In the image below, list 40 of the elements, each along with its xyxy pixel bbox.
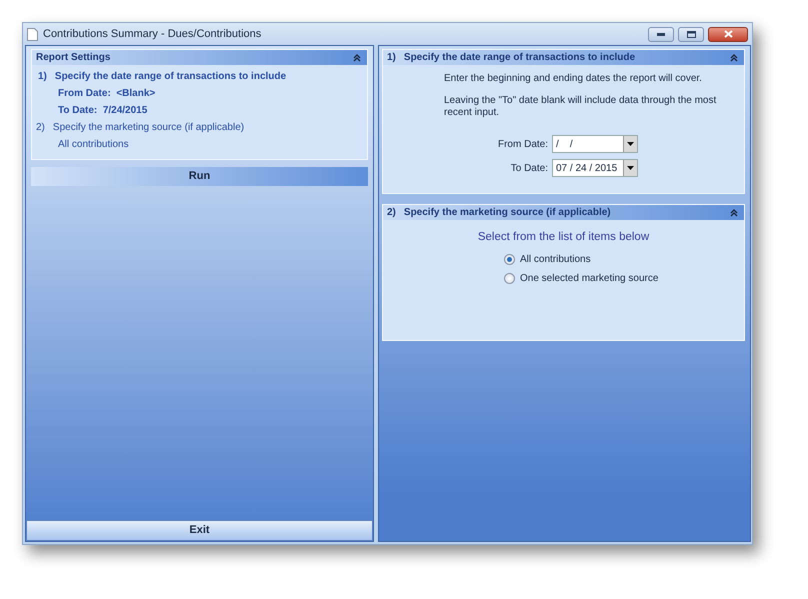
window-title: Contributions Summary - Dues/Contributions — [43, 26, 262, 42]
collapse-icon[interactable] — [353, 54, 361, 62]
step-title: Specify the date range of transactions to include — [54, 70, 286, 84]
collapse-icon[interactable] — [730, 54, 738, 62]
setting-value: To Date: 7/24/2015 — [58, 104, 148, 118]
run-button[interactable]: Run — [31, 167, 368, 186]
field-label: To Date: — [510, 162, 548, 176]
option-label[interactable]: All contributions — [520, 252, 591, 268]
section-title: Specify the date range of transactions to include — [404, 51, 636, 65]
setting-value: All contributions — [58, 138, 129, 152]
dropdown-button[interactable] — [623, 160, 637, 176]
minimize-icon — [657, 32, 665, 36]
step-number: 2) — [387, 206, 396, 220]
date-field[interactable]: 07 / 24 / 2015 — [552, 159, 638, 177]
instruction-text: Leaving the "To" date blank will include data through the most recent input. — [444, 95, 718, 119]
section-title: Specify the marketing source (if applicable) — [404, 206, 611, 220]
step-title: Specify the marketing source (if applicable) — [52, 121, 244, 135]
exit-button[interactable]: Exit — [26, 520, 373, 541]
dropdown-button[interactable] — [623, 136, 637, 152]
option-label[interactable]: One selected marketing source — [520, 271, 658, 286]
step-number: 2) — [36, 121, 45, 135]
radio-button[interactable] — [504, 273, 515, 284]
maximize-icon — [686, 30, 696, 38]
caret-icon — [627, 166, 634, 170]
panel-title: Report Settings — [36, 51, 110, 65]
instruction-text: Enter the beginning and ending dates the report will cover. — [444, 73, 703, 85]
document-icon — [27, 28, 38, 40]
field-label: From Date: — [498, 138, 548, 152]
close-button[interactable] — [708, 26, 748, 42]
collapse-icon[interactable] — [730, 208, 738, 216]
step-number: 1) — [38, 70, 47, 84]
setting-value: From Date: <Blank> — [58, 87, 156, 101]
step-number: 1) — [387, 51, 396, 65]
maximize-button[interactable] — [678, 26, 704, 42]
close-icon — [724, 30, 732, 38]
prompt-text: Select from the list of items below — [476, 230, 650, 245]
caret-icon — [627, 142, 634, 146]
radio-button[interactable] — [504, 254, 515, 266]
minimize-button[interactable] — [648, 26, 674, 42]
date-field[interactable]: / / — [552, 135, 638, 153]
